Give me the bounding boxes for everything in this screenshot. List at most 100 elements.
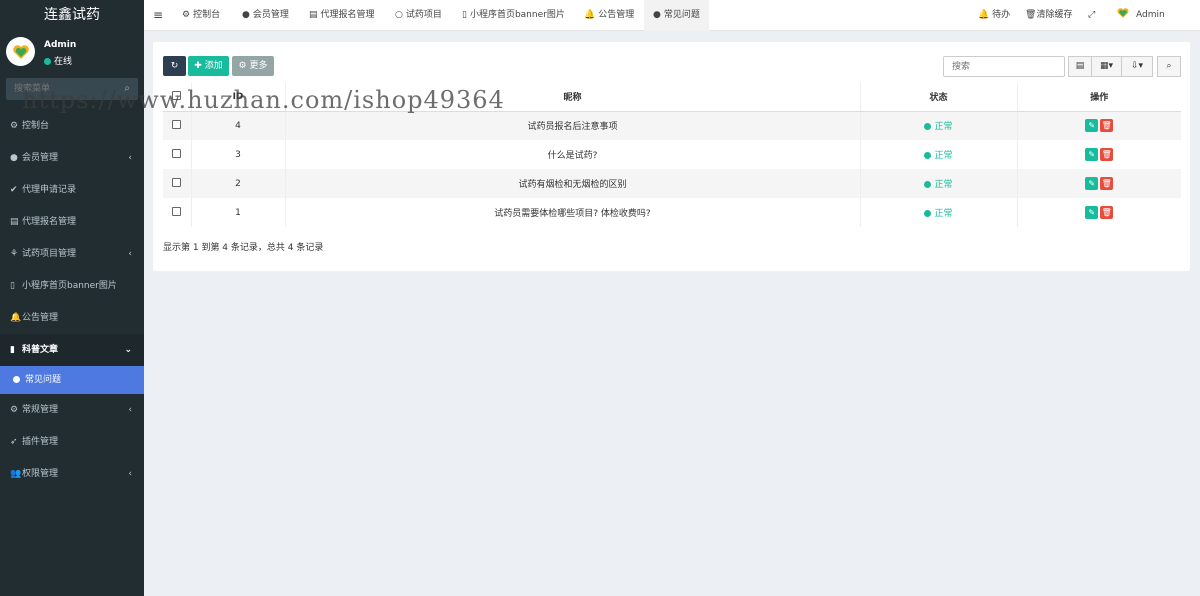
row-checkbox[interactable] [172,148,182,158]
row-checkbox[interactable] [172,177,182,187]
tab-dashboard[interactable]: ⚙ 控制台 [182,0,220,31]
avatar [6,37,35,66]
top-nav: ≡ ⚙ 控制台 ● 会员管理 ▤ 代理报名管理 ○ 试药项目 ▯ 小程序首页banner图… [144,0,1200,31]
tab-banner[interactable]: ▯ 小程序首页banner图片 [462,0,565,31]
actions-cell: ✎ 🗑 [1016,111,1181,140]
id-cell: 3 [190,140,285,169]
status-badge: 正常 [924,122,953,133]
add-button[interactable]: ✚ 添加 [188,56,229,76]
delete-button[interactable]: 🗑 [1100,148,1114,161]
todo-link[interactable]: 🔔 待办 [978,0,1010,31]
circle-o-icon: ○ [395,10,403,20]
actions-cell: ✎ 🗑 [1016,198,1181,227]
edit-button[interactable]: ✎ [1085,148,1099,161]
status-text: 正常 [934,122,953,133]
more-button[interactable]: ⚙ 更多 [232,56,274,76]
status-text: 正常 [934,180,953,190]
export-button[interactable]: ⇩▾ [1121,56,1153,77]
chevron-left-icon: ‹ [128,249,132,259]
tab-label: 控制台 [193,10,221,20]
actions-cell: ✎ 🗑 [1016,140,1181,169]
status-badge: 正常 [924,180,953,190]
sidebar-item-faq[interactable]: 常见问题 [0,366,144,394]
sidebar-item-label: 插件管理 [22,437,59,447]
user-icon: ● [242,10,250,20]
list-icon: ▤ [309,10,318,20]
chevron-down-icon: ⌄ [124,345,132,355]
sidebar-item-banner[interactable]: ▯ 小程序首页banner图片 [0,270,144,302]
title-cell: 试药有烟检和无烟检的区别 [284,169,860,198]
status-text: 正常 [934,209,953,219]
edit-button[interactable]: ✎ [1085,177,1099,190]
sidebar-item-label: 公告管理 [22,313,59,323]
sidebar-item-plugins[interactable]: ➶ 插件管理 [0,426,144,458]
circle-icon [13,376,20,383]
sidebar-item-general[interactable]: ⚙ 常规管理 ‹ [0,394,144,426]
sidebar-item-agent-applications[interactable]: ✔ 代理申请记录 [0,174,144,206]
sidebar-item-permissions[interactable]: 👥权限管理 ‹ [0,458,144,490]
tab-label: 会员管理 [252,10,289,20]
app-logo-title[interactable]: 连鑫试药 [0,0,144,31]
admin-menu[interactable]: Admin [1116,0,1165,31]
sidebar-item-articles[interactable]: ▮ 科普文章 ⌄ [0,334,144,366]
status-text: 正常 [934,151,953,161]
toggle-view-button[interactable]: ▤ [1068,56,1092,77]
sidebar-item-label: 权限管理 [22,469,59,479]
user-status: 在线 [44,54,72,67]
bell-icon: 🔔 [978,10,990,20]
dashboard-icon: ⚙ [182,10,191,20]
row-select-cell [163,198,191,227]
sidebar-item-label: 常见问题 [25,375,62,385]
status-dot-icon [924,210,932,217]
heart-logo-icon [12,44,29,59]
tab-notices[interactable]: 🔔 公告管理 [584,0,634,31]
id-cell: 1 [190,198,285,227]
clear-cache-label: 清除缓存 [1036,10,1073,20]
edit-button[interactable]: ✎ [1085,119,1099,133]
columns-button[interactable]: ▦▾ [1091,56,1122,77]
edit-button[interactable]: ✎ [1085,206,1099,219]
tab-label: 代理报名管理 [320,10,375,20]
status-dot-icon [924,181,932,188]
tab-agent-signups[interactable]: ▤ 代理报名管理 [309,0,375,31]
tab-faq[interactable]: ● 常见问题 [644,0,709,31]
admin-name: Admin [1136,10,1165,20]
menu-toggle-icon[interactable]: ≡ [153,0,163,31]
bell-icon: 🔔 [10,313,22,323]
row-checkbox[interactable] [172,119,182,129]
column-header-status[interactable]: 状态 [859,83,1017,112]
fullscreen-icon[interactable]: ⤢ [1088,0,1095,31]
status-dot-icon [924,152,932,159]
search-submit-button[interactable]: ⌕ [1157,56,1181,77]
sidebar-item-label: 小程序首页banner图片 [22,281,117,291]
sidebar-item-label: 控制台 [22,121,50,131]
delete-button[interactable]: 🗑 [1100,119,1114,133]
row-select-cell [163,140,191,169]
sidebar-item-label: 科普文章 [22,345,59,355]
list-icon: ▤ [10,217,19,227]
sidebar-item-dashboard[interactable]: ⚙ 控制台 [0,110,144,142]
delete-button[interactable]: 🗑 [1100,177,1114,190]
title-cell: 什么是试药? [284,140,860,169]
refresh-button[interactable]: ↻ [163,56,186,76]
search-input[interactable] [943,56,1065,77]
sidebar-item-agent-signups[interactable]: ▤ 代理报名管理 [0,206,144,238]
trash-icon: 🗑 [1025,10,1037,20]
sidebar-item-notices[interactable]: 🔔公告管理 [0,302,144,334]
status-cell: 正常 [859,198,1017,227]
tab-label: 常见问题 [663,10,700,20]
tab-members[interactable]: ● 会员管理 [242,0,289,31]
chevron-left-icon: ‹ [128,469,132,479]
row-checkbox[interactable] [172,206,182,216]
sidebar-item-label: 常规管理 [22,405,59,415]
sidebar-item-trial-projects[interactable]: ⚘ 试药项目管理 ‹ [0,238,144,270]
sidebar-item-members[interactable]: ● 会员管理 ‹ [0,142,144,174]
sidebar-item-label: 试药项目管理 [22,249,77,259]
table-row: 1 试药员需要体检哪些项目? 体检收费吗? 正常 ✎ 🗑 [163,198,1181,227]
clear-cache-button[interactable]: 🗑清除缓存 [1025,0,1072,31]
check-icon: ✔ [10,185,18,195]
delete-button[interactable]: 🗑 [1100,206,1114,219]
tab-trial-projects[interactable]: ○ 试药项目 [395,0,442,31]
status-cell: 正常 [859,140,1017,169]
chevron-left-icon: ‹ [128,405,132,415]
